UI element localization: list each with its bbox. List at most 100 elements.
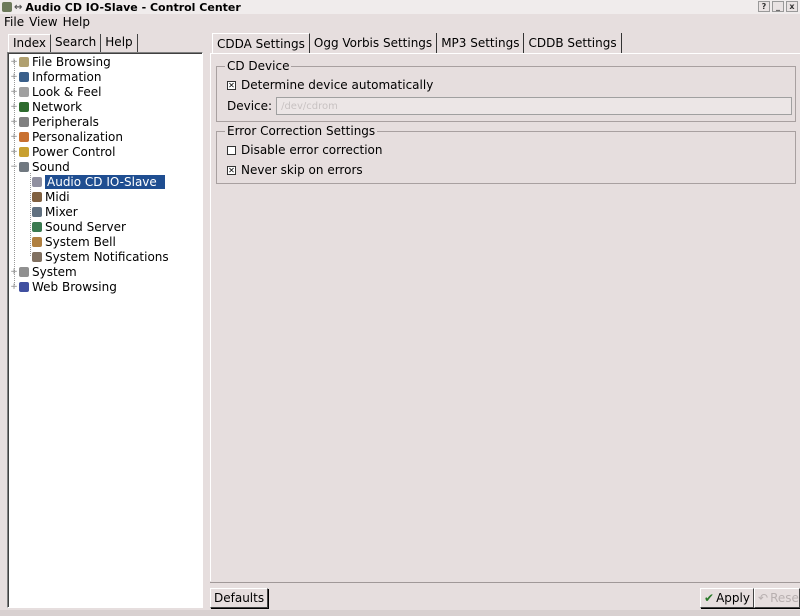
device-field[interactable] bbox=[276, 97, 793, 115]
tab-index[interactable]: Index bbox=[8, 34, 52, 52]
menu-view[interactable]: View bbox=[29, 15, 57, 29]
expand-icon[interactable]: + bbox=[10, 132, 18, 142]
person-icon bbox=[19, 131, 29, 142]
tree-item-network[interactable]: + Network bbox=[10, 99, 82, 114]
menu-help[interactable]: Help bbox=[63, 15, 90, 29]
tree-item-label: System bbox=[32, 264, 77, 279]
apply-button[interactable]: ✔ Apply bbox=[700, 588, 754, 608]
expand-icon[interactable]: + bbox=[10, 87, 18, 97]
tree-item-label: Peripherals bbox=[32, 114, 99, 129]
expand-icon[interactable]: + bbox=[10, 102, 18, 112]
tree-item-label: Information bbox=[32, 69, 102, 84]
auto-device-checkbox[interactable]: ✕ Determine device automatically bbox=[227, 78, 433, 92]
title-bar: ↔ Audio CD IO-Slave - Control Center ? _… bbox=[0, 0, 800, 14]
reset-icon: ↶ bbox=[758, 591, 769, 605]
button-separator bbox=[210, 582, 800, 583]
cd-device-group: CD Device ✕ Determine device automatical… bbox=[216, 59, 796, 122]
tree-item-file-browsing[interactable]: + File Browsing bbox=[10, 54, 111, 69]
status-strip bbox=[0, 610, 800, 616]
tab-help[interactable]: Help bbox=[101, 34, 138, 52]
collapse-icon[interactable]: − bbox=[10, 162, 18, 172]
info-icon bbox=[19, 71, 29, 82]
tree-item-label: Personalization bbox=[32, 129, 123, 144]
brush-icon bbox=[19, 86, 29, 97]
expand-icon[interactable]: + bbox=[10, 57, 18, 67]
help-window-icon[interactable]: ? bbox=[758, 1, 770, 12]
web-icon bbox=[19, 281, 29, 292]
tab-cddb-settings[interactable]: CDDB Settings bbox=[524, 33, 622, 53]
expand-icon[interactable]: + bbox=[10, 267, 18, 277]
tree-item-label: Mixer bbox=[45, 204, 78, 219]
close-icon[interactable]: x bbox=[786, 1, 798, 12]
minimize-icon[interactable]: _ bbox=[772, 1, 784, 12]
keyboard-icon bbox=[32, 191, 42, 202]
tree-item-sound-server[interactable]: Sound Server bbox=[32, 219, 126, 234]
tab-search[interactable]: Search bbox=[51, 34, 102, 52]
device-label: Device: bbox=[227, 99, 273, 113]
disable-error-correction-checkbox[interactable]: Disable error correction bbox=[227, 143, 383, 157]
tree-item-system-notifications[interactable]: System Notifications bbox=[32, 249, 169, 264]
expand-icon[interactable]: + bbox=[10, 117, 18, 127]
tree-item-label: Sound Server bbox=[45, 219, 126, 234]
tree-item-peripherals[interactable]: + Peripherals bbox=[10, 114, 99, 129]
tree-item-mixer[interactable]: Mixer bbox=[32, 204, 78, 219]
battery-icon bbox=[19, 146, 29, 157]
window-title: Audio CD IO-Slave - Control Center bbox=[25, 0, 241, 14]
tree-item-look-feel[interactable]: + Look & Feel bbox=[10, 84, 101, 99]
sidebar-tabs: Index Search Help bbox=[8, 34, 138, 52]
defaults-button[interactable]: Defaults bbox=[210, 588, 269, 608]
tree-item-label: System Bell bbox=[45, 234, 116, 249]
tree-item-web-browsing[interactable]: + Web Browsing bbox=[10, 279, 117, 294]
tree-item-system-bell[interactable]: System Bell bbox=[32, 234, 116, 249]
cd-device-title: CD Device bbox=[225, 59, 292, 73]
notification-icon bbox=[32, 251, 42, 262]
tree-item-label: Network bbox=[32, 99, 83, 114]
tree-item-system[interactable]: + System bbox=[10, 264, 77, 279]
bell-icon bbox=[32, 236, 42, 247]
folder-icon bbox=[19, 56, 29, 67]
never-skip-label: Never skip on errors bbox=[241, 163, 363, 177]
tab-ogg-vorbis-settings[interactable]: Ogg Vorbis Settings bbox=[310, 33, 438, 53]
pin-icon[interactable]: ↔ bbox=[14, 2, 22, 13]
tree-item-label: Audio CD IO-Slave bbox=[45, 174, 165, 189]
settings-tabs: CDDA Settings Ogg Vorbis Settings MP3 Se… bbox=[212, 33, 622, 53]
tree-item-label: Look & Feel bbox=[32, 84, 102, 99]
tab-mp3-settings[interactable]: MP3 Settings bbox=[437, 33, 525, 53]
tree-item-label: Sound bbox=[32, 159, 70, 174]
expand-icon[interactable]: + bbox=[10, 282, 18, 292]
never-skip-check-icon[interactable]: ✕ bbox=[227, 165, 236, 175]
reset-button[interactable]: ↶ Reset bbox=[754, 588, 800, 608]
cd-icon bbox=[32, 176, 42, 187]
apply-label: Apply bbox=[716, 591, 750, 605]
tree-item-power-control[interactable]: + Power Control bbox=[10, 144, 115, 159]
auto-device-check-icon[interactable]: ✕ bbox=[227, 80, 236, 90]
tab-cdda-settings[interactable]: CDDA Settings bbox=[212, 33, 310, 53]
server-icon bbox=[32, 221, 42, 232]
control-center-icon[interactable] bbox=[2, 2, 12, 12]
disable-error-correction-check-icon[interactable] bbox=[227, 145, 236, 155]
tree-guide-sound bbox=[30, 173, 31, 256]
window-buttons: ? _ x bbox=[758, 1, 798, 12]
tree-item-information[interactable]: + Information bbox=[10, 69, 101, 84]
menu-file[interactable]: File bbox=[4, 15, 24, 29]
apply-check-icon: ✔ bbox=[704, 591, 715, 605]
disable-error-correction-label: Disable error correction bbox=[241, 143, 383, 157]
tree-item-label: Midi bbox=[45, 189, 70, 204]
tree-item-sound[interactable]: − Sound bbox=[10, 159, 70, 174]
tree-item-midi[interactable]: Midi bbox=[32, 189, 70, 204]
tree-item-label: Power Control bbox=[32, 144, 116, 159]
device-row: Device: bbox=[227, 97, 793, 115]
expand-icon[interactable]: + bbox=[10, 147, 18, 157]
tree-item-label: System Notifications bbox=[45, 249, 169, 264]
tree-item-personalization[interactable]: + Personalization bbox=[10, 129, 123, 144]
never-skip-checkbox[interactable]: ✕ Never skip on errors bbox=[227, 163, 363, 177]
auto-device-label: Determine device automatically bbox=[241, 78, 434, 92]
globe-icon bbox=[19, 101, 29, 112]
mouse-icon bbox=[19, 116, 29, 127]
module-tree[interactable]: + File Browsing + Information + Look & Feel + N… bbox=[7, 52, 203, 608]
error-correction-title: Error Correction Settings bbox=[225, 124, 378, 138]
tree-item-audio-cd-io-slave[interactable]: Audio CD IO-Slave bbox=[32, 174, 165, 189]
window-system-icons[interactable]: ↔ bbox=[2, 2, 22, 13]
expand-icon[interactable]: + bbox=[10, 72, 18, 82]
wrench-icon bbox=[19, 266, 29, 277]
